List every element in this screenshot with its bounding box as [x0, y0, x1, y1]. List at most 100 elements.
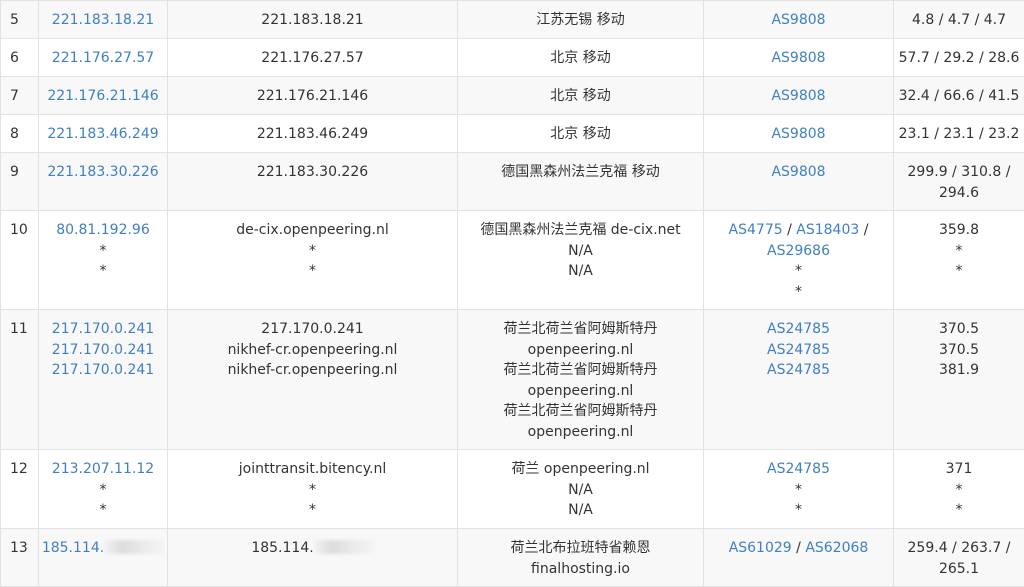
latency-value: *	[955, 502, 963, 518]
ip-text: *	[99, 242, 107, 259]
hop-row: 11 217.170.0.241 217.170.0.241 217.170.0.24…	[0, 309, 1024, 450]
hostname: *	[170, 480, 455, 501]
ip-link[interactable]: 221.183.30.226	[41, 162, 165, 183]
asn-link[interactable]: AS62068	[805, 540, 868, 556]
ip-text: 221.183.18.21	[51, 12, 155, 28]
latency-value: 265.1	[938, 560, 980, 577]
location-line: openpeering.nl	[527, 423, 634, 440]
ip-link[interactable]: 221.183.18.21	[41, 10, 165, 31]
ip-link[interactable]: 221.176.21.146	[41, 86, 165, 107]
hostname-text: *	[309, 242, 316, 259]
asn-separator: /	[859, 222, 869, 238]
location-line: 荷兰北布拉班特省赖恩	[510, 540, 651, 556]
hop-row: 7 221.176.21.146 221.176.21.146 北京 移动 AS9808…	[0, 76, 1024, 115]
ip-link[interactable]: 221.176.27.57	[41, 48, 165, 69]
hop-number: 12	[0, 449, 39, 529]
hop-row: 12 213.207.11.12 * * jointtransit.bitency.nl…	[0, 449, 1024, 529]
ip-placeholder: *	[41, 241, 165, 262]
ip-link[interactable]: 80.81.192.96	[41, 220, 165, 241]
hostname: *	[170, 241, 455, 262]
latency-value: *	[955, 242, 963, 259]
location-line: 北京 移动	[550, 88, 611, 104]
ip-link[interactable]: 217.170.0.241	[41, 319, 165, 340]
asn-line: AS24785	[706, 319, 891, 340]
asn-placeholder: *	[795, 481, 802, 498]
hostname: jointtransit.bitency.nl	[170, 459, 455, 480]
asn-link[interactable]: AS24785	[767, 342, 830, 358]
latency-value: 57.7 / 29.2 / 28.6	[898, 50, 1020, 66]
hostname: *	[170, 500, 455, 521]
hostname-text: *	[309, 263, 316, 279]
ip-link[interactable]: 217.170.0.241	[41, 340, 165, 361]
asn-link[interactable]: AS18403	[796, 222, 859, 238]
ip-link[interactable]: 185.114.	[41, 538, 165, 559]
ip-cell: 221.183.18.21	[38, 0, 168, 39]
ip-cell: 221.176.27.57	[38, 38, 168, 77]
hostname: *	[170, 261, 455, 282]
hostname-text: 221.183.30.226	[256, 164, 369, 180]
asn-link[interactable]: AS9808	[771, 88, 825, 104]
asn-line: AS61029 / AS62068	[706, 538, 891, 559]
asn-link[interactable]: AS24785	[767, 461, 830, 477]
latency-cell: 32.4 / 66.6 / 41.5	[893, 76, 1024, 115]
asn-link[interactable]: AS4775	[729, 222, 783, 238]
location-line: N/A	[568, 481, 593, 498]
hostname-text: *	[309, 481, 316, 498]
asn-link[interactable]: AS24785	[767, 321, 830, 337]
asn-link[interactable]: AS9808	[771, 12, 825, 28]
location-line: openpeering.nl	[527, 382, 634, 399]
hop-number: 8	[0, 114, 39, 153]
asn-link[interactable]: AS9808	[771, 50, 825, 66]
hostname: 221.183.46.249	[170, 124, 455, 145]
location-line: N/A	[568, 502, 593, 518]
asn-cell: AS9808	[703, 38, 894, 77]
hostname-cell: 221.176.21.146	[167, 76, 458, 115]
hop-row: 6 221.176.27.57 221.176.27.57 北京 移动 AS9808 57…	[0, 38, 1024, 77]
location-cell: 北京 移动	[457, 114, 704, 153]
location-cell: 德国黑森州法兰克福 de-cix.net N/A N/A	[457, 210, 704, 310]
hop-number: 5	[0, 0, 39, 39]
location-line: 荷兰北荷兰省阿姆斯特丹	[503, 321, 658, 337]
latency-cell: 359.8 * *	[893, 210, 1024, 310]
hop-row: 10 80.81.192.96 * * de-cix.openpeering.nl * * 德…	[0, 210, 1024, 310]
ip-text: 213.207.11.12	[51, 461, 155, 477]
asn-link[interactable]: AS24785	[767, 362, 830, 378]
hop-number: 6	[0, 38, 39, 77]
ip-cell: 217.170.0.241 217.170.0.241 217.170.0.241	[38, 309, 168, 450]
location-line: 德国黑森州法兰克福 移动	[501, 164, 660, 180]
hostname: 221.183.30.226	[170, 162, 455, 183]
asn-line: AS29686	[706, 241, 891, 262]
ip-text: 221.183.30.226	[47, 164, 159, 180]
hop-number: 9	[0, 152, 39, 211]
hostname-text: nikhef-cr.openpeering.nl	[227, 341, 398, 358]
asn-separator: /	[791, 540, 806, 556]
location-line: 荷兰 openpeering.nl	[511, 461, 650, 477]
hostname-text: 221.176.21.146	[256, 88, 369, 104]
location-cell: 荷兰 openpeering.nl N/A N/A	[457, 449, 704, 529]
latency-value: 299.9 / 310.8 /	[907, 164, 1011, 180]
location-line: finalhosting.io	[531, 560, 630, 577]
hostname: 217.170.0.241	[170, 319, 455, 340]
asn-link[interactable]: AS29686	[767, 243, 830, 259]
ip-link[interactable]: 221.183.46.249	[41, 124, 165, 145]
asn-cell: AS9808	[703, 152, 894, 211]
redacted-blur	[313, 540, 374, 554]
asn-placeholder: *	[795, 263, 802, 279]
asn-cell: AS24785 AS24785 AS24785	[703, 309, 894, 450]
ip-link[interactable]: 213.207.11.12	[41, 459, 165, 480]
hop-number: 11	[0, 309, 39, 450]
ip-text: 217.170.0.241	[51, 362, 155, 378]
location-cell: 江苏无锡 移动	[457, 0, 704, 39]
latency-cell: 299.9 / 310.8 / 294.6	[893, 152, 1024, 211]
hostname-cell: 221.176.27.57	[167, 38, 458, 77]
ip-text: *	[99, 502, 107, 518]
ip-link[interactable]: 217.170.0.241	[41, 360, 165, 381]
location-line: 德国黑森州法兰克福 de-cix.net	[480, 222, 681, 238]
ip-cell: 80.81.192.96 * *	[38, 210, 168, 310]
location-line: 荷兰北荷兰省阿姆斯特丹	[503, 403, 658, 419]
hostname-text: 221.183.18.21	[261, 12, 364, 28]
asn-link[interactable]: AS61029	[729, 540, 792, 556]
asn-link[interactable]: AS9808	[771, 164, 825, 180]
location-cell: 荷兰北布拉班特省赖恩 finalhosting.io	[457, 528, 704, 587]
asn-link[interactable]: AS9808	[771, 126, 825, 142]
